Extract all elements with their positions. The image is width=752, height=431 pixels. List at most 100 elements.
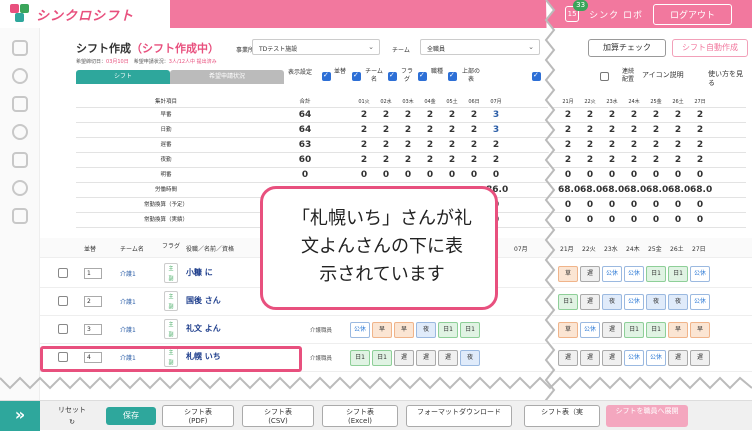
gear-icon[interactable]: [11, 68, 28, 84]
summary-cell: 68.0: [602, 185, 625, 195]
shift-cell[interactable]: 早: [394, 322, 414, 338]
shift-cell[interactable]: 夜: [416, 322, 436, 338]
summary-cell: 68.0: [624, 185, 647, 195]
checkbox-team[interactable]: [352, 71, 361, 81]
shift-cell[interactable]: 公休: [690, 266, 710, 282]
export-csv-button[interactable]: シフト表 (CSV): [242, 405, 314, 427]
save-button[interactable]: 保存: [106, 407, 156, 425]
shift-cell[interactable]: 遅: [580, 350, 600, 366]
summary-cell: 2: [674, 155, 682, 165]
summary-cell: 2: [426, 140, 434, 150]
shift-cell[interactable]: 遅: [690, 350, 710, 366]
shift-cell[interactable]: 夜: [646, 294, 666, 310]
summary-row-label: 労働時間: [154, 187, 177, 193]
help-link[interactable]: 使い方を見る: [708, 70, 748, 88]
shift-cell[interactable]: 夜: [602, 294, 622, 310]
flag-badge: 主副: [164, 263, 178, 283]
summary-cell: 2: [652, 110, 660, 120]
staff-header-day: 24木: [626, 246, 640, 253]
tab-request-status[interactable]: 希望申請状況: [170, 70, 284, 84]
shift-cell[interactable]: 夜: [668, 294, 688, 310]
checkbox-job[interactable]: [418, 71, 427, 81]
shift-cell[interactable]: 遅: [668, 350, 688, 366]
shift-cell[interactable]: 遅: [580, 266, 600, 282]
shift-cell[interactable]: 日1: [372, 350, 392, 366]
staff-name[interactable]: 小糠 に: [186, 267, 213, 278]
cloud-icon[interactable]: [11, 124, 28, 140]
summary-cell: 2: [470, 125, 478, 135]
logo[interactable]: シンクロシフト: [0, 0, 170, 28]
shift-cell[interactable]: 遅: [602, 350, 622, 366]
shift-cell[interactable]: 公休: [646, 350, 666, 366]
checkbox-order[interactable]: [322, 71, 331, 81]
icon-legend-link[interactable]: アイコン説明: [642, 70, 684, 80]
reset-button[interactable]: リセット ↻: [58, 404, 86, 428]
notification-icon[interactable]: 15 33: [565, 0, 589, 22]
summary-row: 明番 0 0 0 0 0 0 0 0 0 0 0 0 0 0 0: [76, 168, 746, 183]
shift-cell[interactable]: 夜: [460, 350, 480, 366]
checkbox-top-table[interactable]: [448, 71, 457, 81]
shift-cell[interactable]: 日1: [350, 350, 370, 366]
row-checkbox[interactable]: [58, 324, 68, 334]
row-checkbox[interactable]: [58, 268, 68, 278]
shift-cell[interactable]: 公休: [602, 266, 622, 282]
office-select[interactable]: TDテスト施設 ⌄: [252, 39, 380, 55]
addition-check-button[interactable]: 加算チェック: [588, 39, 666, 57]
order-input[interactable]: 3: [84, 324, 102, 335]
shift-cell[interactable]: 早: [690, 322, 710, 338]
shift-cell[interactable]: 日1: [646, 266, 666, 282]
shift-cell[interactable]: 早: [668, 322, 688, 338]
shift-cell[interactable]: 公休: [624, 350, 644, 366]
shift-cell[interactable]: 公休: [690, 294, 710, 310]
export-pdf-button[interactable]: シフト表 (PDF): [162, 405, 234, 427]
staff-name[interactable]: 国後 さん: [186, 295, 221, 306]
logo-icon: [10, 4, 30, 24]
summary-row-label: 常勤換算（予定）: [143, 202, 188, 208]
shift-cell[interactable]: 公休: [350, 322, 370, 338]
team-name: 介護1: [120, 271, 136, 278]
database-icon[interactable]: [11, 96, 28, 112]
shift-cell[interactable]: 日1: [668, 266, 688, 282]
logout-button[interactable]: ログアウト: [652, 3, 732, 25]
shift-cell[interactable]: 公休: [580, 322, 600, 338]
summary-row-label: 日勤: [160, 127, 172, 133]
checkbox-flag[interactable]: [388, 71, 397, 81]
highlight-frame: [40, 346, 302, 372]
checkbox-continuous[interactable]: [600, 72, 609, 81]
edit-icon[interactable]: [11, 208, 28, 224]
shift-cell[interactable]: 遅: [394, 350, 414, 366]
summary-row: 遅番 63 2 2 2 2 2 2 2 2 2 2 2 2 2 2: [76, 138, 746, 153]
shift-cell[interactable]: 日1: [438, 322, 458, 338]
shift-cell[interactable]: 日1: [624, 322, 644, 338]
row-checkbox[interactable]: [58, 296, 68, 306]
auto-create-button[interactable]: シフト自動作成: [672, 39, 748, 57]
summary-cell: 2: [630, 140, 638, 150]
summary-row-total: 60: [298, 155, 312, 165]
staff-header-day: 26土: [670, 246, 684, 253]
shift-cell[interactable]: 公休: [624, 266, 644, 282]
format-download-button[interactable]: フォーマットダウンロード: [406, 405, 512, 427]
order-input[interactable]: 1: [84, 268, 102, 279]
stack-icon[interactable]: [11, 152, 28, 168]
deploy-button[interactable]: シフトを職員へ展開: [606, 405, 688, 427]
summary-cell: 2: [382, 140, 390, 150]
export-actual-button[interactable]: シフト表（実: [524, 405, 600, 427]
shift-cell[interactable]: 遅: [416, 350, 436, 366]
shift-cell[interactable]: 公休: [624, 294, 644, 310]
help-icon[interactable]: [11, 180, 28, 196]
shift-cell[interactable]: 早: [372, 322, 392, 338]
team-select[interactable]: 全職員 ⌄: [420, 39, 540, 55]
summary-cell: 2: [586, 155, 594, 165]
shift-cell[interactable]: 日1: [646, 322, 666, 338]
expand-icon[interactable]: »: [0, 401, 40, 431]
summary-cell: 2: [360, 125, 368, 135]
shift-cell[interactable]: 遅: [580, 294, 600, 310]
order-input[interactable]: 2: [84, 296, 102, 307]
export-excel-button[interactable]: シフト表 (Excel): [322, 405, 398, 427]
staff-name[interactable]: 礼文 よん: [186, 323, 221, 334]
shift-cell[interactable]: 遅: [602, 322, 622, 338]
tab-shift[interactable]: シフト: [76, 70, 170, 84]
calendar-icon[interactable]: [11, 40, 28, 56]
shift-cell[interactable]: 遅: [438, 350, 458, 366]
shift-cell[interactable]: 日1: [460, 322, 480, 338]
